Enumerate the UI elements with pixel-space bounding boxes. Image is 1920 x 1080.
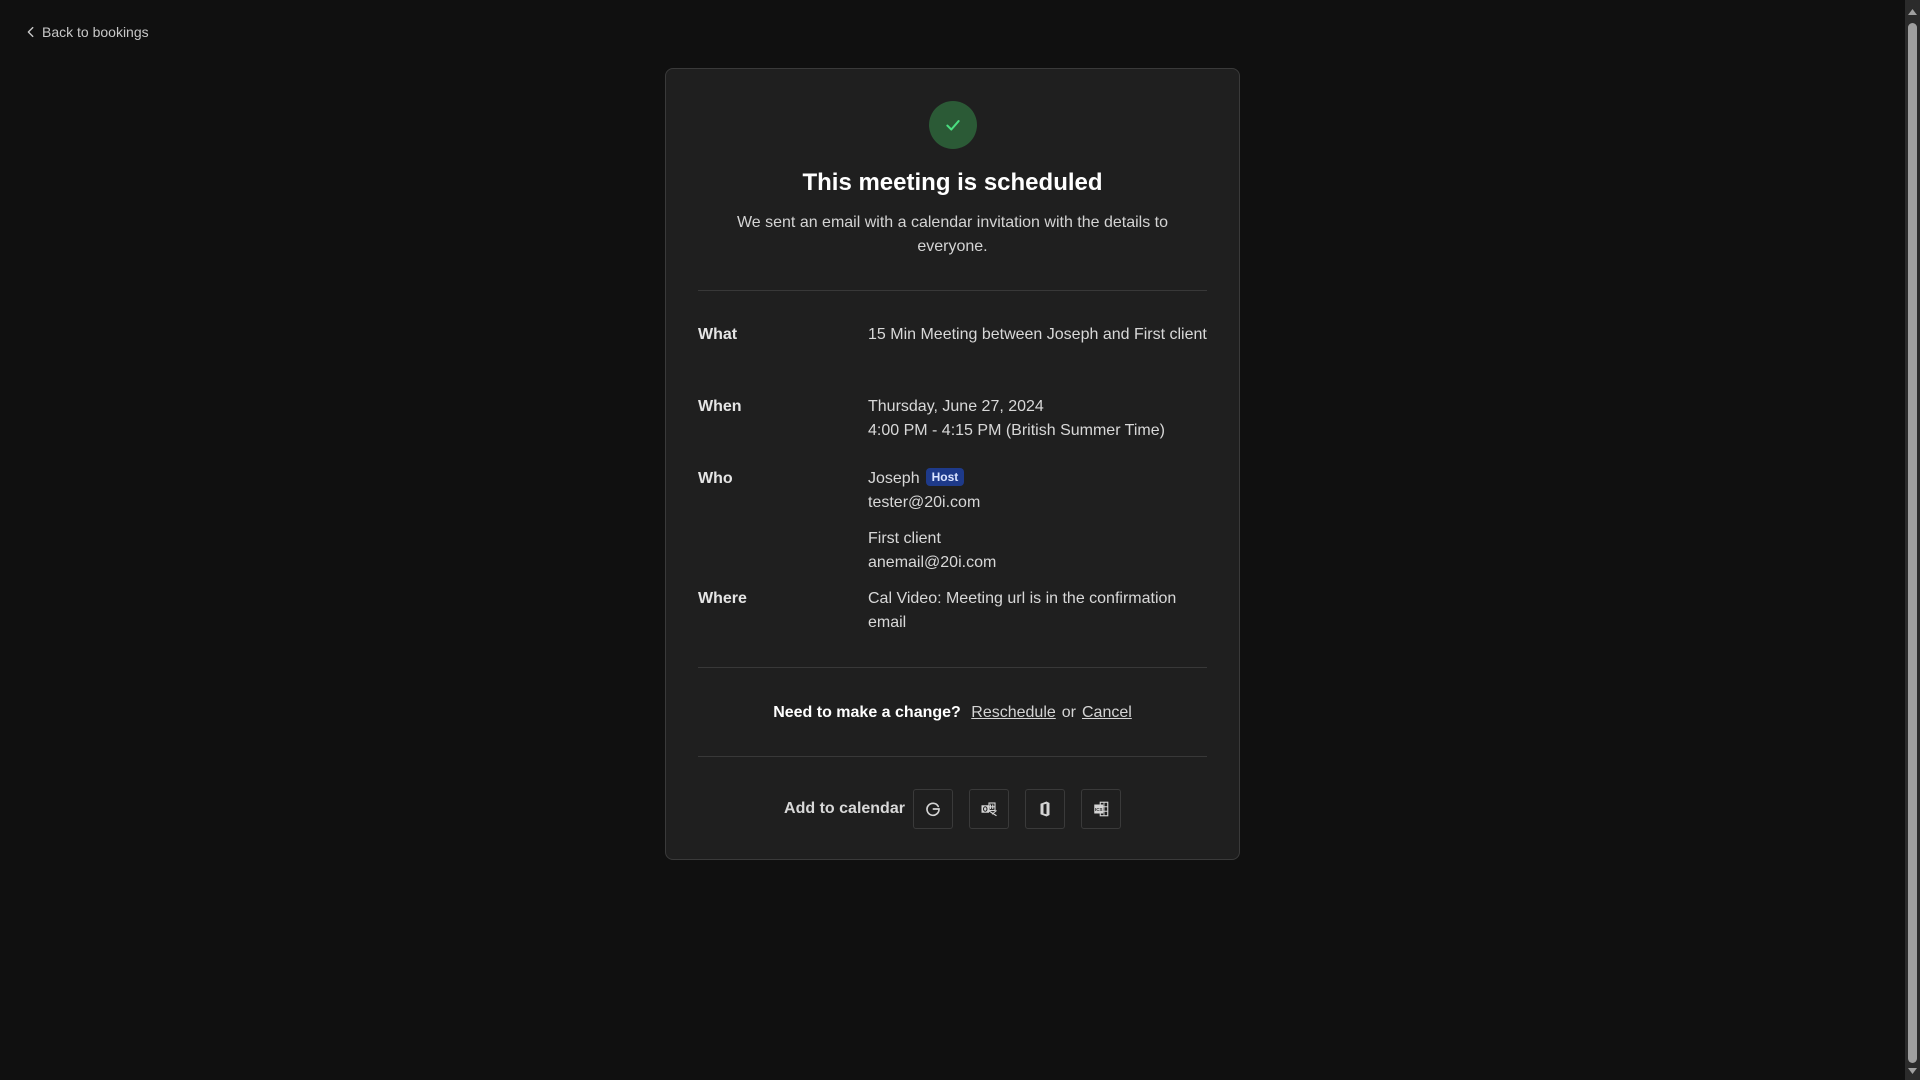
arrow-up-icon [1908,8,1917,15]
svg-text:ICS: ICS [1095,807,1103,812]
when-time: 4:00 PM - 4:15 PM (British Summer Time) [868,422,1165,439]
check-icon [946,120,960,131]
back-to-bookings-link[interactable]: Back to bookings [24,24,149,40]
booking-confirmation-card: This meeting is scheduled We sent an ema… [665,68,1240,860]
attendee-name: First client [868,530,941,547]
divider [698,756,1207,757]
attendee-entry: First client anemail@20i.com [868,527,1207,575]
attendee-email: anemail@20i.com [868,554,997,571]
office-icon [1040,801,1050,817]
who-value: Joseph Host tester@20i.com First client a… [868,467,1207,575]
cancel-link[interactable]: Cancel [1082,704,1132,721]
ics-download-button[interactable]: ICS [1080,789,1121,829]
who-label: Who [698,470,733,487]
scroll-up-arrow[interactable] [1905,4,1920,19]
change-booking-prompt: Need to make a change? Reschedule or Cance… [666,701,1239,725]
chevron-left-icon [27,26,34,38]
detail-who: Who Joseph Host tester@20i.com First clie… [698,467,1207,575]
reschedule-link[interactable]: Reschedule [971,704,1056,721]
host-name: Joseph [868,470,920,487]
host-email: tester@20i.com [868,494,981,511]
add-to-calendar-label: Add to calendar [784,800,905,817]
page-scrollbar[interactable] [1905,0,1920,1080]
host-badge: Host [925,468,965,486]
detail-what: What 15 Min Meeting between Joseph and F… [698,323,1207,347]
google-icon [926,802,940,817]
or-text: or [1061,704,1076,721]
confirmation-subtitle: We sent an email with a calendar invitat… [736,214,1169,255]
google-calendar-button[interactable] [912,789,953,829]
host-entry: Joseph Host tester@20i.com [868,467,1207,515]
outlook-icon [981,802,997,817]
office365-calendar-button[interactable] [1024,789,1065,829]
where-label: Where [698,590,747,607]
page-title: This meeting is scheduled [802,169,1103,196]
when-date: Thursday, June 27, 2024 [868,398,1044,415]
detail-when: When Thursday, June 27, 2024 4:00 PM - 4… [698,395,1207,443]
outlook-calendar-button[interactable] [968,789,1009,829]
what-value: 15 Min Meeting between Joseph and First … [868,326,1207,343]
scroll-down-arrow[interactable] [1905,1063,1920,1078]
divider [698,290,1207,291]
success-badge [929,101,977,149]
where-value: Cal Video: Meeting url is in the confirm… [868,590,1177,631]
scroll-thumb[interactable] [1908,23,1917,1063]
back-link-label: Back to bookings [42,24,149,40]
ics-file-icon: ICS [1094,801,1109,817]
divider [698,667,1207,668]
detail-where: Where Cal Video: Meeting url is in the c… [698,587,1207,635]
when-label: When [698,398,742,415]
when-value: Thursday, June 27, 2024 4:00 PM - 4:15 P… [868,395,1207,443]
arrow-down-icon [1908,1067,1917,1074]
what-label: What [698,326,738,343]
add-to-calendar: Add to calendar ICS [666,789,1239,829]
change-question: Need to make a change? [773,704,961,721]
